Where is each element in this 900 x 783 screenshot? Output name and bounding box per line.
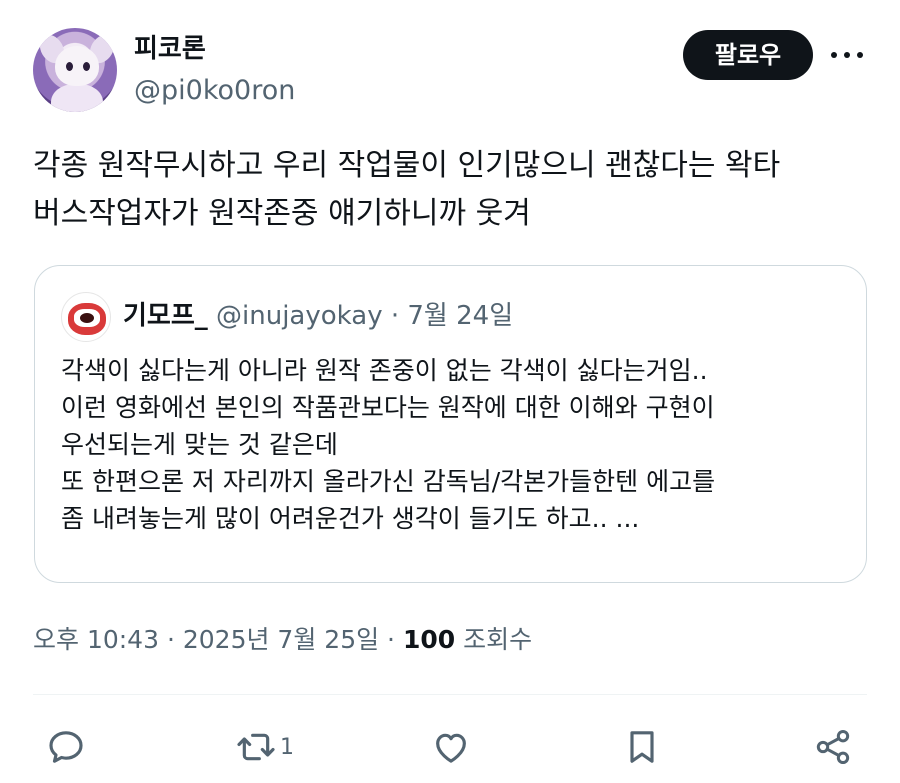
views-count: 100 [402, 625, 456, 654]
follow-button[interactable]: 팔로우 [683, 30, 813, 80]
quoted-author-name: 기모프_ [123, 301, 208, 331]
share-button[interactable] [813, 725, 853, 769]
meta-separator: · [166, 625, 175, 654]
divider [33, 694, 867, 695]
quoted-tweet-header: 기모프_ @inujayokay · 7월 24일 [123, 296, 513, 336]
share-icon [816, 730, 850, 764]
quoted-author-handle: @inujayokay [216, 301, 383, 331]
bookmark-icon [630, 731, 654, 763]
author-handle[interactable]: @pi0ko0ron [134, 74, 295, 108]
tweet-time[interactable]: 오후 10:43 [33, 625, 159, 654]
more-options-icon[interactable] [829, 42, 865, 66]
quoted-text-line: 좀 내려놓는게 많이 어려운건가 생각이 들기도 하고.. ... [61, 504, 640, 533]
author-display-name[interactable]: 피코론 [134, 32, 206, 66]
tweet-text-line: 각종 원작무시하고 우리 작업물이 인기많으니 괜찮다는 왁타 [33, 148, 781, 183]
views-label: 조회수 [463, 625, 533, 654]
quoted-text-line: 이런 영화에선 본인의 작품관보다는 원작에 대한 이해와 구현이 [61, 393, 715, 422]
tweet-meta: 오후 10:43 · 2025년 7월 25일 · 100 조회수 [33, 620, 532, 660]
quoted-author-avatar [61, 292, 111, 342]
reply-button[interactable] [46, 725, 86, 769]
retweet-icon [237, 733, 275, 761]
tweet-text-line: 버스작업자가 원작존중 얘기하니까 웃겨 [33, 196, 531, 231]
author-avatar[interactable] [33, 28, 117, 112]
retweet-button[interactable]: 1 [236, 725, 294, 769]
retweet-count: 1 [280, 734, 294, 760]
tweet-text: 각종 원작무시하고 우리 작업물이 인기많으니 괜찮다는 왁타 버스작업자가 원… [33, 142, 867, 238]
tweet-header: 피코론 @pi0ko0ron 팔로우 [33, 28, 867, 112]
quoted-date: 7월 24일 [407, 301, 514, 331]
like-icon [436, 733, 466, 763]
quoted-tweet-text: 각색이 싫다는게 아니라 원작 존중이 없는 각색이 싫다는거임.. 이런 영화… [61, 352, 851, 537]
quoted-separator: · [390, 301, 400, 331]
quoted-tweet-card[interactable]: 기모프_ @inujayokay · 7월 24일 각색이 싫다는게 아니라 원… [34, 265, 867, 583]
bookmark-button[interactable] [622, 725, 662, 769]
meta-separator: · [387, 625, 395, 654]
quoted-text-line: 또 한편으론 저 자리까지 올라가신 감독님/각본가들한텐 에고를 [61, 467, 716, 496]
quoted-text-line: 우선되는게 맞는 것 같은데 [61, 430, 338, 459]
reply-icon [49, 731, 83, 763]
like-button[interactable] [431, 725, 471, 769]
tweet-date[interactable]: 2025년 7월 25일 [183, 625, 379, 654]
quoted-text-line: 각색이 싫다는게 아니라 원작 존중이 없는 각색이 싫다는거임.. [61, 356, 708, 385]
